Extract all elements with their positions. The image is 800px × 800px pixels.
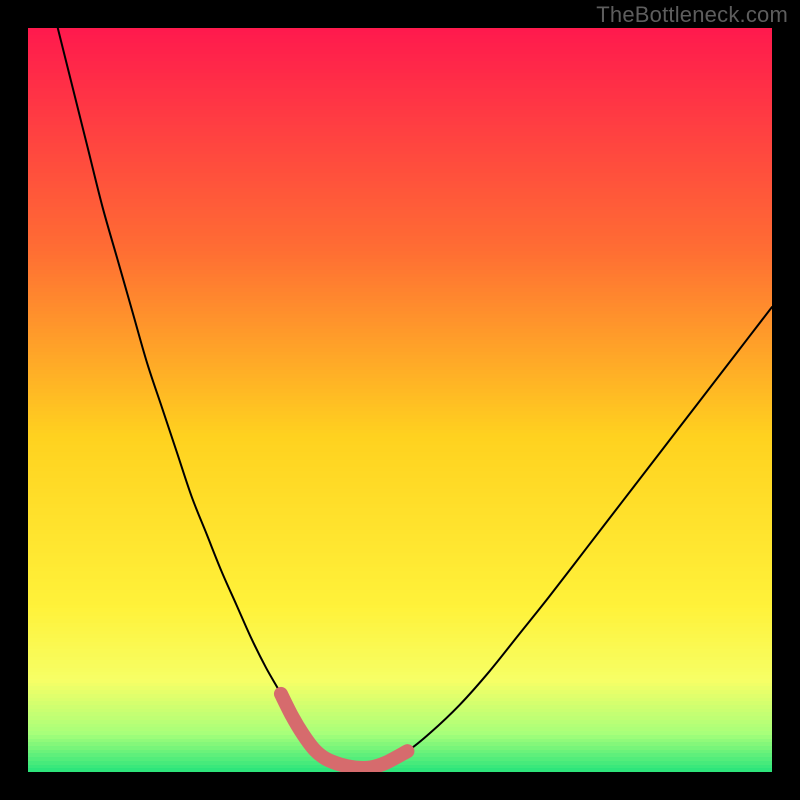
bottleneck-curve-highlight [281, 694, 407, 768]
watermark-text: TheBottleneck.com [596, 2, 788, 28]
frame: TheBottleneck.com [0, 0, 800, 800]
plot-area [28, 28, 772, 772]
curve-layer [28, 28, 772, 772]
bottleneck-curve [58, 28, 772, 768]
